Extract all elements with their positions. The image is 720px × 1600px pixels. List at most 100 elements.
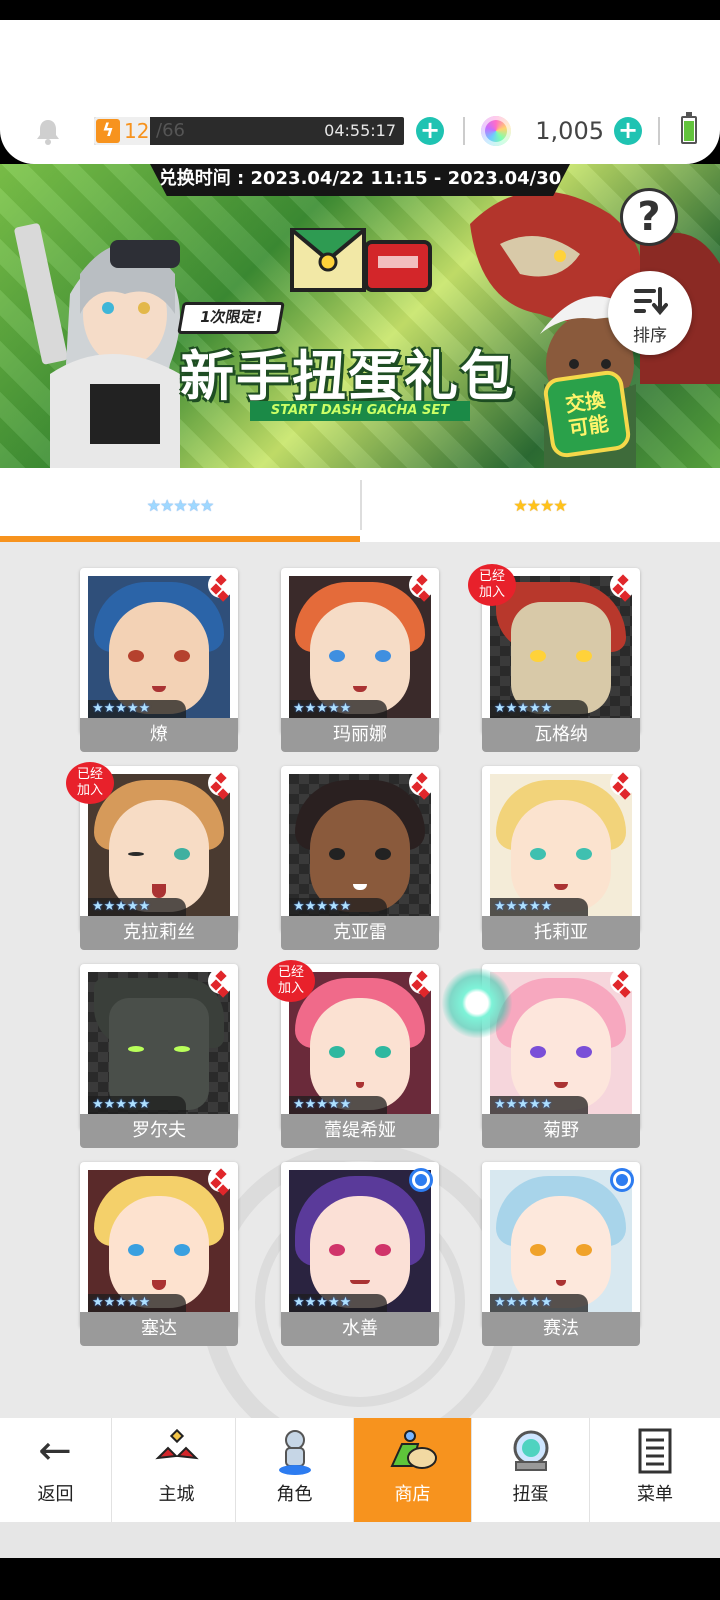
footer-strip <box>0 1522 720 1558</box>
nav-shop-label: 商店 <box>394 1484 431 1505</box>
character-name: 燎 <box>80 718 238 752</box>
card-stars: ★★★★★ <box>289 1294 387 1312</box>
circle-icon <box>409 1168 433 1192</box>
nav-characters-label: 角色 <box>276 1484 313 1505</box>
gift-envelope-icon <box>290 228 432 292</box>
character-portrait: ★★★★★ <box>88 576 230 718</box>
sort-button[interactable]: 排序 <box>608 271 692 355</box>
card-stars: ★★★★★ <box>490 898 588 916</box>
character-name: 菊野 <box>482 1114 640 1148</box>
diamond-icon <box>409 572 435 598</box>
nav-main-city[interactable]: 主城 <box>118 1418 236 1522</box>
stamina-bar: ϟ 12 /66 04:55:17 <box>94 117 404 145</box>
character-card[interactable]: ★★★★★ 燎 <box>80 568 238 754</box>
already-added-badge: 已经 加入 <box>468 564 516 606</box>
character-card[interactable]: ★★★★★ 罗尔夫 <box>80 964 238 1150</box>
add-stamina-button[interactable]: + <box>416 117 444 145</box>
diamond-icon <box>409 770 435 796</box>
rarity-tabs: ★★★★★ ★★★★ <box>0 468 720 542</box>
tab-divider <box>360 480 362 530</box>
diamond-icon <box>208 968 234 994</box>
character-card[interactable]: ★★★★★ 托莉亚 <box>482 766 640 952</box>
nav-menu-label: 菜单 <box>637 1484 673 1505</box>
tap-effect <box>442 968 512 1038</box>
nav-shop[interactable]: 商店 <box>354 1418 472 1522</box>
gacha-icon <box>513 1430 549 1471</box>
battery-level <box>684 121 694 141</box>
nav-gacha[interactable]: 扭蛋 <box>472 1418 590 1522</box>
shop-icon <box>390 1430 437 1469</box>
add-gem-button[interactable]: + <box>614 117 642 145</box>
nav-back-label: 返回 <box>37 1484 74 1505</box>
divider <box>463 117 465 145</box>
menu-icon <box>638 1428 672 1474</box>
character-portrait: ★★★★★ <box>289 774 431 916</box>
arrow-left-icon: ← <box>38 1428 72 1474</box>
bell-icon[interactable] <box>34 117 62 145</box>
battery-icon <box>681 112 697 144</box>
character-portrait: ★★★★★ <box>289 1170 431 1312</box>
card-stars: ★★★★★ <box>289 898 387 916</box>
nav-gacha-label: 扭蛋 <box>512 1484 549 1505</box>
help-button[interactable]: ? <box>620 188 678 246</box>
character-card[interactable]: ★★★★★ 赛法 <box>482 1162 640 1348</box>
diamond-icon <box>610 770 636 796</box>
character-card[interactable]: ★★★★★ 已经 加入 蕾缇希娅 <box>267 960 439 1150</box>
diamond-icon <box>208 770 234 796</box>
character-card[interactable]: ★★★★★ 已经 加入 克拉莉丝 <box>66 762 238 952</box>
tab-five-star[interactable]: ★★★★★ <box>0 468 360 542</box>
circle-icon <box>610 1168 634 1192</box>
character-name: 玛丽娜 <box>281 718 439 752</box>
bottom-navigation: ← 返回 主城 角色 商店 扭蛋 菜单 <box>0 1418 720 1522</box>
card-stars: ★★★★★ <box>490 700 588 718</box>
diamond-icon <box>208 1166 234 1192</box>
character-name: 克亚雷 <box>281 916 439 950</box>
character-name: 托莉亚 <box>482 916 640 950</box>
exchange-time: 兑换时间 : 2023.04/22 11:15 - 2023.04/30 04:… <box>150 164 570 196</box>
character-portrait: ★★★★★ <box>490 972 632 1114</box>
card-stars: ★★★★★ <box>289 700 387 718</box>
character-name: 克拉莉丝 <box>80 916 238 950</box>
character-card[interactable]: ★★★★★ 水善 <box>281 1162 439 1348</box>
tab-four-star[interactable]: ★★★★ <box>360 468 720 542</box>
already-added-badge: 已经 加入 <box>267 960 315 1002</box>
diamond-icon <box>409 968 435 994</box>
character-name: 水善 <box>281 1312 439 1346</box>
diamond-icon <box>610 572 636 598</box>
diamond-icon <box>208 572 234 598</box>
card-stars: ★★★★★ <box>88 1294 186 1312</box>
banner-title: 新手扭蛋礼包 <box>180 345 516 408</box>
stamina-max: /66 <box>156 120 185 141</box>
character-card[interactable]: ★★★★★ 塞达 <box>80 1162 238 1348</box>
card-stars: ★★★★★ <box>289 1096 387 1114</box>
card-stars: ★★★★★ <box>490 1294 588 1312</box>
lightning-icon: ϟ <box>96 119 120 143</box>
card-stars: ★★★★★ <box>88 700 186 718</box>
question-icon: ? <box>637 194 661 240</box>
card-stars: ★★★★★ <box>490 1096 588 1114</box>
tab-four-star-stars: ★★★★ <box>513 496 567 515</box>
character-icon <box>279 1430 311 1475</box>
tab-five-star-stars: ★★★★★ <box>146 496 215 515</box>
character-grid: ★★★★★ 燎 ★★★★★ 玛丽娜 ★★★★★ 已经 加入 瓦格纳 ★★★★★ … <box>0 542 720 1418</box>
character-card[interactable]: ★★★★★ 已经 加入 瓦格纳 <box>468 564 640 754</box>
character-name: 瓦格纳 <box>482 718 640 752</box>
character-portrait: ★★★★★ <box>88 972 230 1114</box>
character-name: 赛法 <box>482 1312 640 1346</box>
character-card[interactable]: ★★★★★ 克亚雷 <box>281 766 439 952</box>
sort-label: 排序 <box>633 326 667 346</box>
gem-count: 1,005 <box>535 117 604 145</box>
nav-menu[interactable]: 菜单 <box>590 1418 720 1522</box>
card-stars: ★★★★★ <box>88 898 186 916</box>
nav-back-button[interactable]: ← 返回 <box>0 1418 112 1522</box>
system-status-bar <box>0 0 720 20</box>
limit-badge: 1次限定! <box>177 302 285 334</box>
rainbow-gem-icon <box>481 116 511 146</box>
character-portrait: ★★★★★ <box>490 774 632 916</box>
nav-characters[interactable]: 角色 <box>236 1418 354 1522</box>
character-card[interactable]: ★★★★★ 玛丽娜 <box>281 568 439 754</box>
sort-icon <box>634 287 668 316</box>
nav-main-city-label: 主城 <box>158 1484 195 1505</box>
already-added-badge: 已经 加入 <box>66 762 114 804</box>
diamond-icon <box>610 968 636 994</box>
